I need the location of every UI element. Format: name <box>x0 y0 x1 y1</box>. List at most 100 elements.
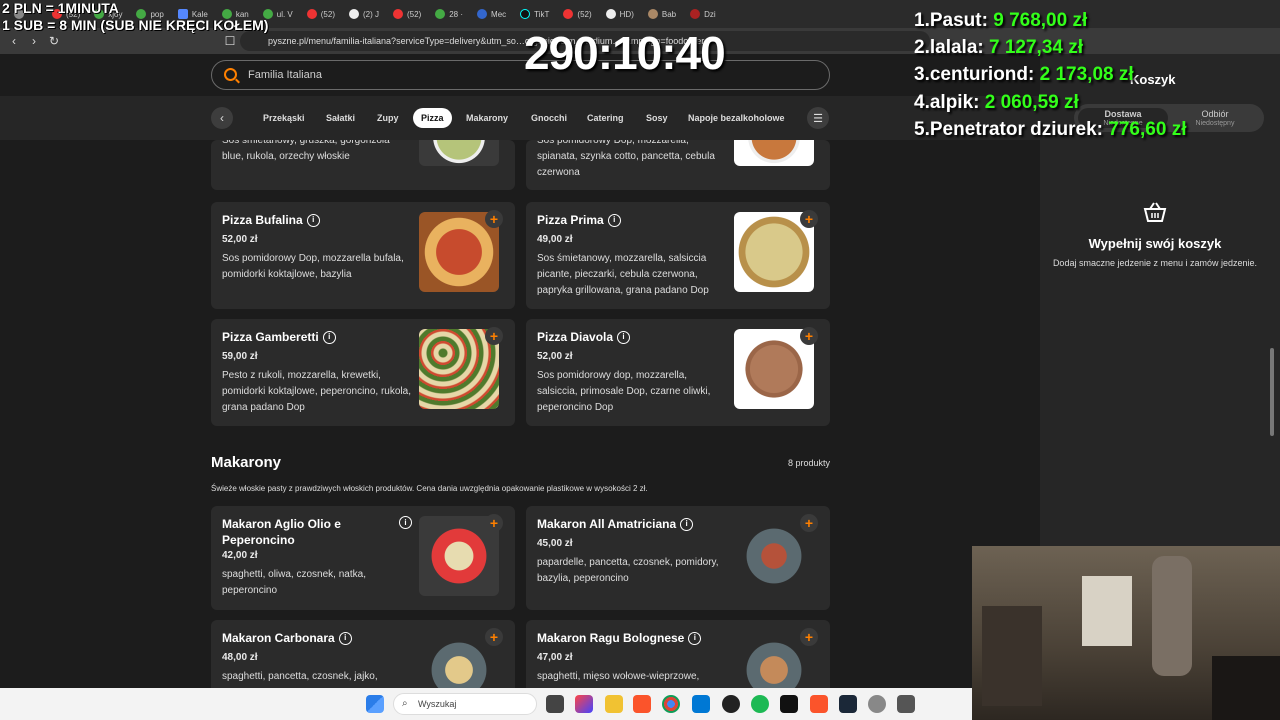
info-icon[interactable]: i <box>688 631 702 645</box>
cart-empty-description: Dodaj smaczne jedzenie z menu i zamów je… <box>1052 258 1258 268</box>
browser-tab[interactable]: Bab <box>642 3 682 25</box>
windows-start-icon[interactable] <box>366 695 384 713</box>
product-price: 52,00 zł <box>222 234 258 245</box>
tab-napoje[interactable]: Napoje bezalkoholowe <box>680 108 793 128</box>
search-input[interactable]: Familia Italiana <box>211 60 830 90</box>
brave-icon[interactable] <box>810 695 828 713</box>
brave-icon[interactable] <box>633 695 651 713</box>
calculator-icon[interactable] <box>897 695 915 713</box>
tab-przekaski[interactable]: Przekąski <box>255 108 313 128</box>
browser-tab[interactable]: (52) <box>557 3 597 25</box>
google-icon <box>435 9 446 19</box>
product-image <box>734 140 814 166</box>
product-name: Pizza Prima <box>537 213 604 227</box>
store-icon[interactable] <box>692 695 710 713</box>
menu-card-partial[interactable]: Sos śmietanowy, gruszka, gorgonzola blue… <box>211 140 515 190</box>
product-description: Sos śmietanowy, gruszka, gorgonzola blue… <box>222 140 390 162</box>
product-name: Makaron Carbonara <box>222 631 335 645</box>
menu-card[interactable]: Pizza Gamberetti i 59,00 zł Pesto z rukol… <box>211 319 515 426</box>
category-list-icon[interactable]: ☰ <box>807 107 829 129</box>
back-icon[interactable]: ‹ <box>4 31 24 51</box>
browser-tab[interactable]: (2) J <box>343 3 385 25</box>
tab-pizza[interactable]: Pizza <box>413 108 452 128</box>
news-icon <box>690 9 701 19</box>
reload-icon[interactable]: ↻ <box>44 31 64 51</box>
leaderboard-entry: 3.centuriond: 2 173,08 zł <box>914 64 1134 85</box>
product-price: 45,00 zł <box>537 538 573 549</box>
info-icon[interactable]: i <box>306 213 320 227</box>
section-product-count: 8 produkty <box>787 458 830 468</box>
leaderboard-entry: 5.Penetrator dziurek: 776,60 zł <box>914 119 1187 140</box>
chair <box>1082 576 1132 646</box>
browser-tab[interactable]: Mec <box>471 3 512 25</box>
task-view-icon[interactable] <box>546 695 564 713</box>
add-icon[interactable]: + <box>800 628 818 646</box>
add-icon[interactable]: + <box>485 514 503 532</box>
menu-card[interactable]: Makaron Carbonara i 48,00 zł spaghetti, p… <box>211 620 515 688</box>
tab-salatki[interactable]: Sałatki <box>318 108 363 128</box>
avatar-icon <box>647 9 658 19</box>
chrome-icon[interactable] <box>662 695 680 713</box>
menu-card[interactable]: Pizza Prima i 49,00 zł Sos śmietanowy, mo… <box>526 202 830 309</box>
section-description: Świeże włoskie pasty z prawdziwych włosk… <box>211 484 648 493</box>
add-icon[interactable]: + <box>800 514 818 532</box>
info-icon[interactable]: i <box>680 517 694 531</box>
info-icon[interactable]: i <box>617 330 631 344</box>
add-icon[interactable]: + <box>485 210 503 228</box>
product-description: Sos śmietanowy, mozzarella, salsiccia pi… <box>537 253 709 296</box>
chevron-left-icon[interactable]: ‹ <box>211 107 233 129</box>
info-icon[interactable]: i <box>322 330 336 344</box>
browser-tab[interactable]: Dzi <box>684 3 722 25</box>
cart-empty-title: Wypełnij swój koszyk <box>1088 236 1222 251</box>
tab-makarony[interactable]: Makarony <box>458 108 516 128</box>
product-name: Makaron Ragu Bolognese <box>537 631 685 645</box>
add-icon[interactable]: + <box>800 210 818 228</box>
browser-tab[interactable]: (52) <box>301 3 341 25</box>
browser-tab[interactable]: (52) <box>387 3 427 25</box>
add-icon[interactable]: + <box>800 327 818 345</box>
settings-icon[interactable] <box>868 695 886 713</box>
youtube-icon <box>306 9 317 19</box>
spotify-icon[interactable] <box>751 695 769 713</box>
copilot-icon[interactable] <box>575 695 593 713</box>
browser-tab[interactable]: HD) <box>600 3 640 25</box>
info-icon[interactable]: i <box>607 213 621 227</box>
menu-card[interactable]: Makaron Ragu Bolognese i 47,00 zł spaghet… <box>526 620 830 688</box>
product-name: Pizza Diavola <box>537 330 614 344</box>
taskbar-search[interactable]: ⌕ Wyszukaj <box>393 693 537 715</box>
obs-icon[interactable] <box>722 695 740 713</box>
tab-zupy[interactable]: Zupy <box>369 108 407 128</box>
product-description: papardelle, pancetta, czosnek, pomidory,… <box>537 557 719 584</box>
scrollbar[interactable] <box>1270 348 1274 436</box>
section-title: Makarony <box>211 454 282 471</box>
add-icon[interactable]: + <box>485 327 503 345</box>
x-icon <box>349 9 359 19</box>
product-price: 52,00 zł <box>537 351 573 362</box>
file-explorer-icon[interactable] <box>605 695 623 713</box>
category-tab-bar: ‹ Przekąski Sałatki Zupy Pizza Makarony … <box>0 96 1040 140</box>
product-image <box>419 140 499 166</box>
monitor <box>1212 656 1280 720</box>
steam-icon[interactable] <box>839 695 857 713</box>
overlay-sub-line: 1 SUB = 8 MIN (SUB NIE KRĘCI KOŁEM) <box>2 17 269 33</box>
menu-card-partial[interactable]: Sos pomidorowy Dop, mozzarella, spianata… <box>526 140 830 190</box>
x-icon <box>605 9 616 19</box>
product-description: Sos pomidorowy Dop, mozzarella, spianata… <box>537 140 715 178</box>
tab-catering[interactable]: Catering <box>579 108 632 128</box>
tab-sosy[interactable]: Sosy <box>638 108 676 128</box>
browser-tab[interactable]: 28 · <box>429 3 469 25</box>
menu-card[interactable]: Pizza Diavola i 52,00 zł Sos pomidorowy d… <box>526 319 830 426</box>
tab-gnocchi[interactable]: Gnocchi <box>523 108 575 128</box>
menu-card[interactable]: Pizza Bufalina i 52,00 zł Sos pomidorowy … <box>211 202 515 309</box>
menu-card[interactable]: Makaron All Amatriciana i 45,00 zł papard… <box>526 506 830 610</box>
youtube-icon <box>393 9 403 19</box>
bookmark-icon[interactable]: ☐ <box>220 31 240 51</box>
add-icon[interactable]: + <box>485 628 503 646</box>
forward-icon[interactable]: › <box>24 31 44 51</box>
menu-card[interactable]: Makaron Aglio Olio e Peperoncino i 42,00 … <box>211 506 515 610</box>
app-icon[interactable] <box>780 695 798 713</box>
info-icon[interactable]: i <box>338 631 352 645</box>
info-icon[interactable]: i <box>399 516 412 529</box>
browser-tab[interactable]: TikT <box>514 3 555 25</box>
webcam-feed <box>972 546 1280 720</box>
